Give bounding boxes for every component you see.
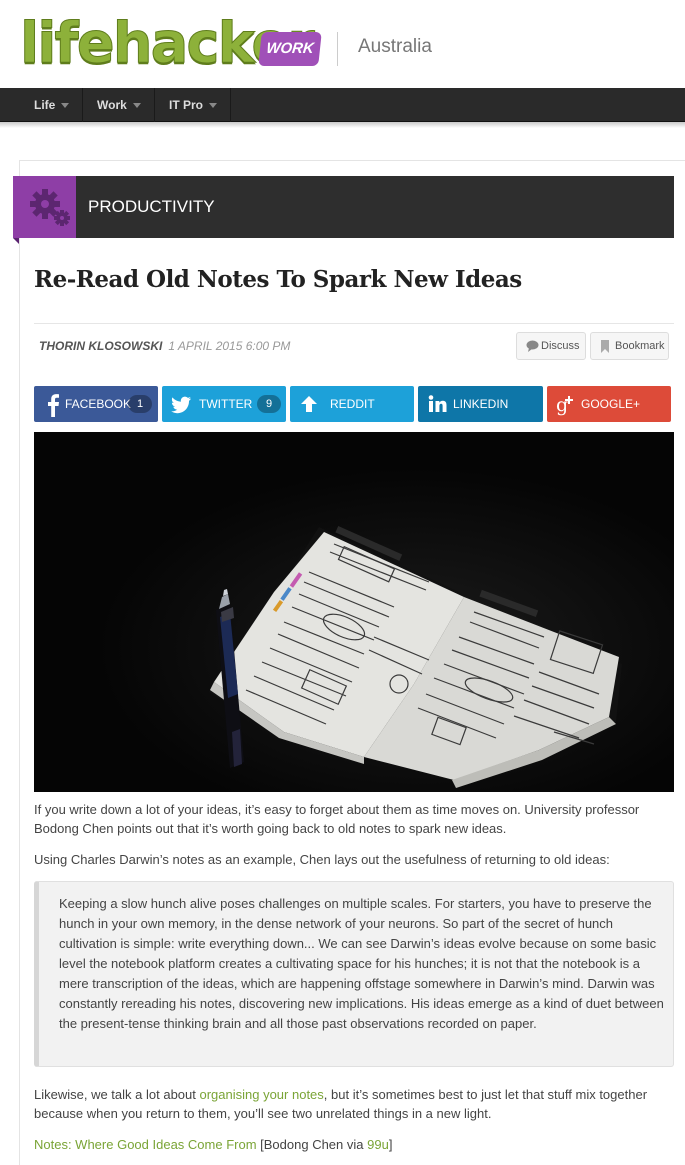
chevron-down-icon [61, 103, 70, 109]
body-paragraph: Using Charles Darwin’s notes as an examp… [34, 852, 610, 867]
body-paragraph: If you write down a lot of your ideas, i… [34, 802, 640, 836]
nav-shadow [0, 122, 685, 128]
divider [34, 323, 674, 324]
nav-item-label: IT Pro [169, 98, 204, 112]
nav-item-it-pro[interactable]: IT Pro [155, 88, 231, 122]
byline: THORIN KLOSOWSKI 1 APRIL 2015 6:00 PM [39, 339, 290, 353]
via-link[interactable]: 99u [367, 1137, 389, 1152]
nav-item-work[interactable]: Work [83, 88, 155, 122]
nav-item-label: Work [97, 98, 127, 112]
google-plus-icon: g [556, 394, 573, 416]
body-paragraph: Likewise, we talk a lot about organising… [34, 1085, 679, 1123]
gears-icon [30, 189, 70, 226]
main-nav: Life Work IT Pro [0, 88, 685, 122]
banner-fold [13, 238, 19, 244]
site-header: lifehacker WORK Australia [0, 0, 685, 88]
nav-item-label: Life [34, 98, 56, 112]
share-googleplus-button[interactable]: g GOOGLE+ [547, 386, 671, 422]
blockquote: Keeping a slow hunch alive poses challen… [34, 881, 674, 1067]
article-title[interactable]: Re-Read Old Notes To Spark New Ideas [34, 266, 674, 293]
speech-bubble-icon [526, 340, 539, 352]
source-line: Notes: Where Good Ideas Come From [Bodon… [34, 1135, 679, 1154]
share-label: TWITTER [199, 397, 253, 411]
bookmark-button[interactable]: Bookmark [590, 332, 669, 360]
share-reddit-button[interactable]: REDDIT [290, 386, 414, 422]
share-label: GOOGLE+ [581, 397, 641, 411]
quote-text: Keeping a slow hunch alive poses challen… [59, 896, 664, 1031]
share-count: 9 [257, 395, 281, 413]
chevron-down-icon [209, 103, 218, 109]
header-divider [337, 32, 338, 66]
share-label: FACEBOOK [65, 397, 132, 411]
category-icon-box [13, 176, 76, 238]
chevron-down-icon [132, 103, 141, 109]
text: ] [388, 1137, 393, 1152]
share-label: LINKEDIN [453, 397, 509, 411]
notebook-image [34, 432, 674, 792]
bookmark-label: Bookmark [615, 340, 665, 352]
share-linkedin-button[interactable]: LINKEDIN [418, 386, 543, 422]
nav-item-life[interactable]: Life [20, 88, 83, 122]
section-badge[interactable]: WORK [258, 32, 322, 66]
category-label: PRODUCTIVITY [88, 197, 215, 216]
twitter-icon [171, 396, 191, 414]
hero-image [34, 432, 674, 792]
text: Likewise, we talk a lot about [34, 1087, 200, 1102]
author-name[interactable]: THORIN KLOSOWSKI [39, 339, 162, 353]
publish-date: 1 APRIL 2015 6:00 PM [168, 339, 291, 353]
linkedin-icon [428, 395, 447, 412]
share-label: REDDIT [330, 397, 375, 411]
facebook-icon [48, 394, 59, 417]
discuss-button[interactable]: Discuss [516, 332, 586, 360]
arrow-up-icon [301, 396, 317, 412]
bookmark-icon [601, 340, 609, 353]
category-banner[interactable]: PRODUCTIVITY [13, 176, 674, 238]
svg-text:g: g [556, 394, 568, 416]
share-count: 1 [128, 395, 152, 413]
share-twitter-button[interactable]: TWITTER 9 [162, 386, 286, 422]
organising-notes-link[interactable]: organising your notes [199, 1087, 323, 1102]
discuss-label: Discuss [541, 340, 580, 352]
text: [Bodong Chen via [256, 1137, 368, 1152]
source-link[interactable]: Notes: Where Good Ideas Come From [34, 1137, 257, 1152]
region-label[interactable]: Australia [358, 36, 432, 58]
share-facebook-button[interactable]: FACEBOOK 1 [34, 386, 158, 422]
